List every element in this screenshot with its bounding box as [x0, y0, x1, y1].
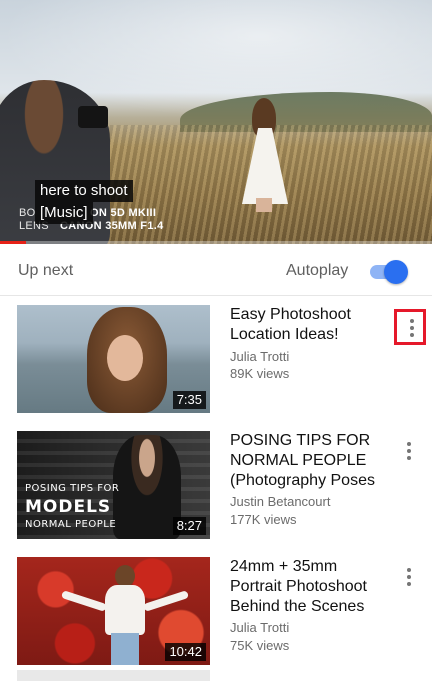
video-channel: Julia Trotti — [230, 620, 290, 635]
video-views: 75K views — [230, 638, 290, 653]
up-next-header: Up next Autoplay — [0, 244, 432, 296]
video-thumbnail[interactable]: 10:42 — [17, 557, 210, 665]
video-duration: 10:42 — [165, 643, 206, 661]
autoplay-toggle[interactable] — [368, 260, 410, 284]
more-vert-icon[interactable] — [394, 309, 426, 345]
video-frame-model — [238, 98, 290, 212]
closed-caption-line-2: [Music] — [35, 202, 93, 224]
video-title[interactable]: Easy Photoshoot Location Ideas! — [230, 305, 390, 345]
video-views: 89K views — [230, 366, 290, 381]
video-channel: Justin Betancourt — [230, 494, 331, 509]
video-views: 177K views — [230, 512, 297, 527]
video-thumbnail[interactable]: POSING TIPS FOR MODELS NORMAL PEOPLE 8:2… — [17, 431, 210, 539]
autoplay-toggle-knob — [384, 260, 408, 284]
video-title[interactable]: POSING TIPS FOR NORMAL PEOPLE (Photograp… — [230, 431, 390, 491]
video-duration: 8:27 — [172, 517, 206, 535]
burn-in-label-1: BO — [19, 207, 36, 219]
video-list-item[interactable]: 7:35 Easy Photoshoot Location Ideas! Jul… — [0, 305, 432, 417]
more-vert-icon[interactable] — [394, 435, 426, 471]
video-channel: Julia Trotti — [230, 349, 290, 364]
video-list-item[interactable]: POSING TIPS FOR MODELS NORMAL PEOPLE 8:2… — [0, 431, 432, 543]
video-duration: 7:35 — [172, 391, 206, 409]
thumbnail-text-1: POSING TIPS FOR — [25, 483, 120, 494]
more-vert-icon[interactable] — [394, 561, 426, 597]
video-list-item-partial[interactable] — [17, 670, 210, 681]
video-title[interactable]: 24mm + 35mm Portrait Photoshoot Behind t… — [230, 557, 390, 617]
thumbnail-text-3: NORMAL PEOPLE — [25, 519, 117, 530]
camera-icon — [78, 106, 108, 128]
video-player[interactable]: BO ON 5D MKIII LENS CANON 35MM F1.4 here… — [0, 0, 432, 244]
closed-caption-line-1: here to shoot — [35, 180, 133, 202]
video-list-item[interactable]: 10:42 24mm + 35mm Portrait Photoshoot Be… — [0, 557, 432, 669]
thumbnail-text-2: MODELS — [25, 497, 112, 517]
burn-in-value-1: ON 5D MKIII — [90, 207, 157, 219]
video-thumbnail[interactable]: 7:35 — [17, 305, 210, 413]
autoplay-label: Autoplay — [286, 262, 349, 279]
up-next-label: Up next — [18, 262, 74, 279]
